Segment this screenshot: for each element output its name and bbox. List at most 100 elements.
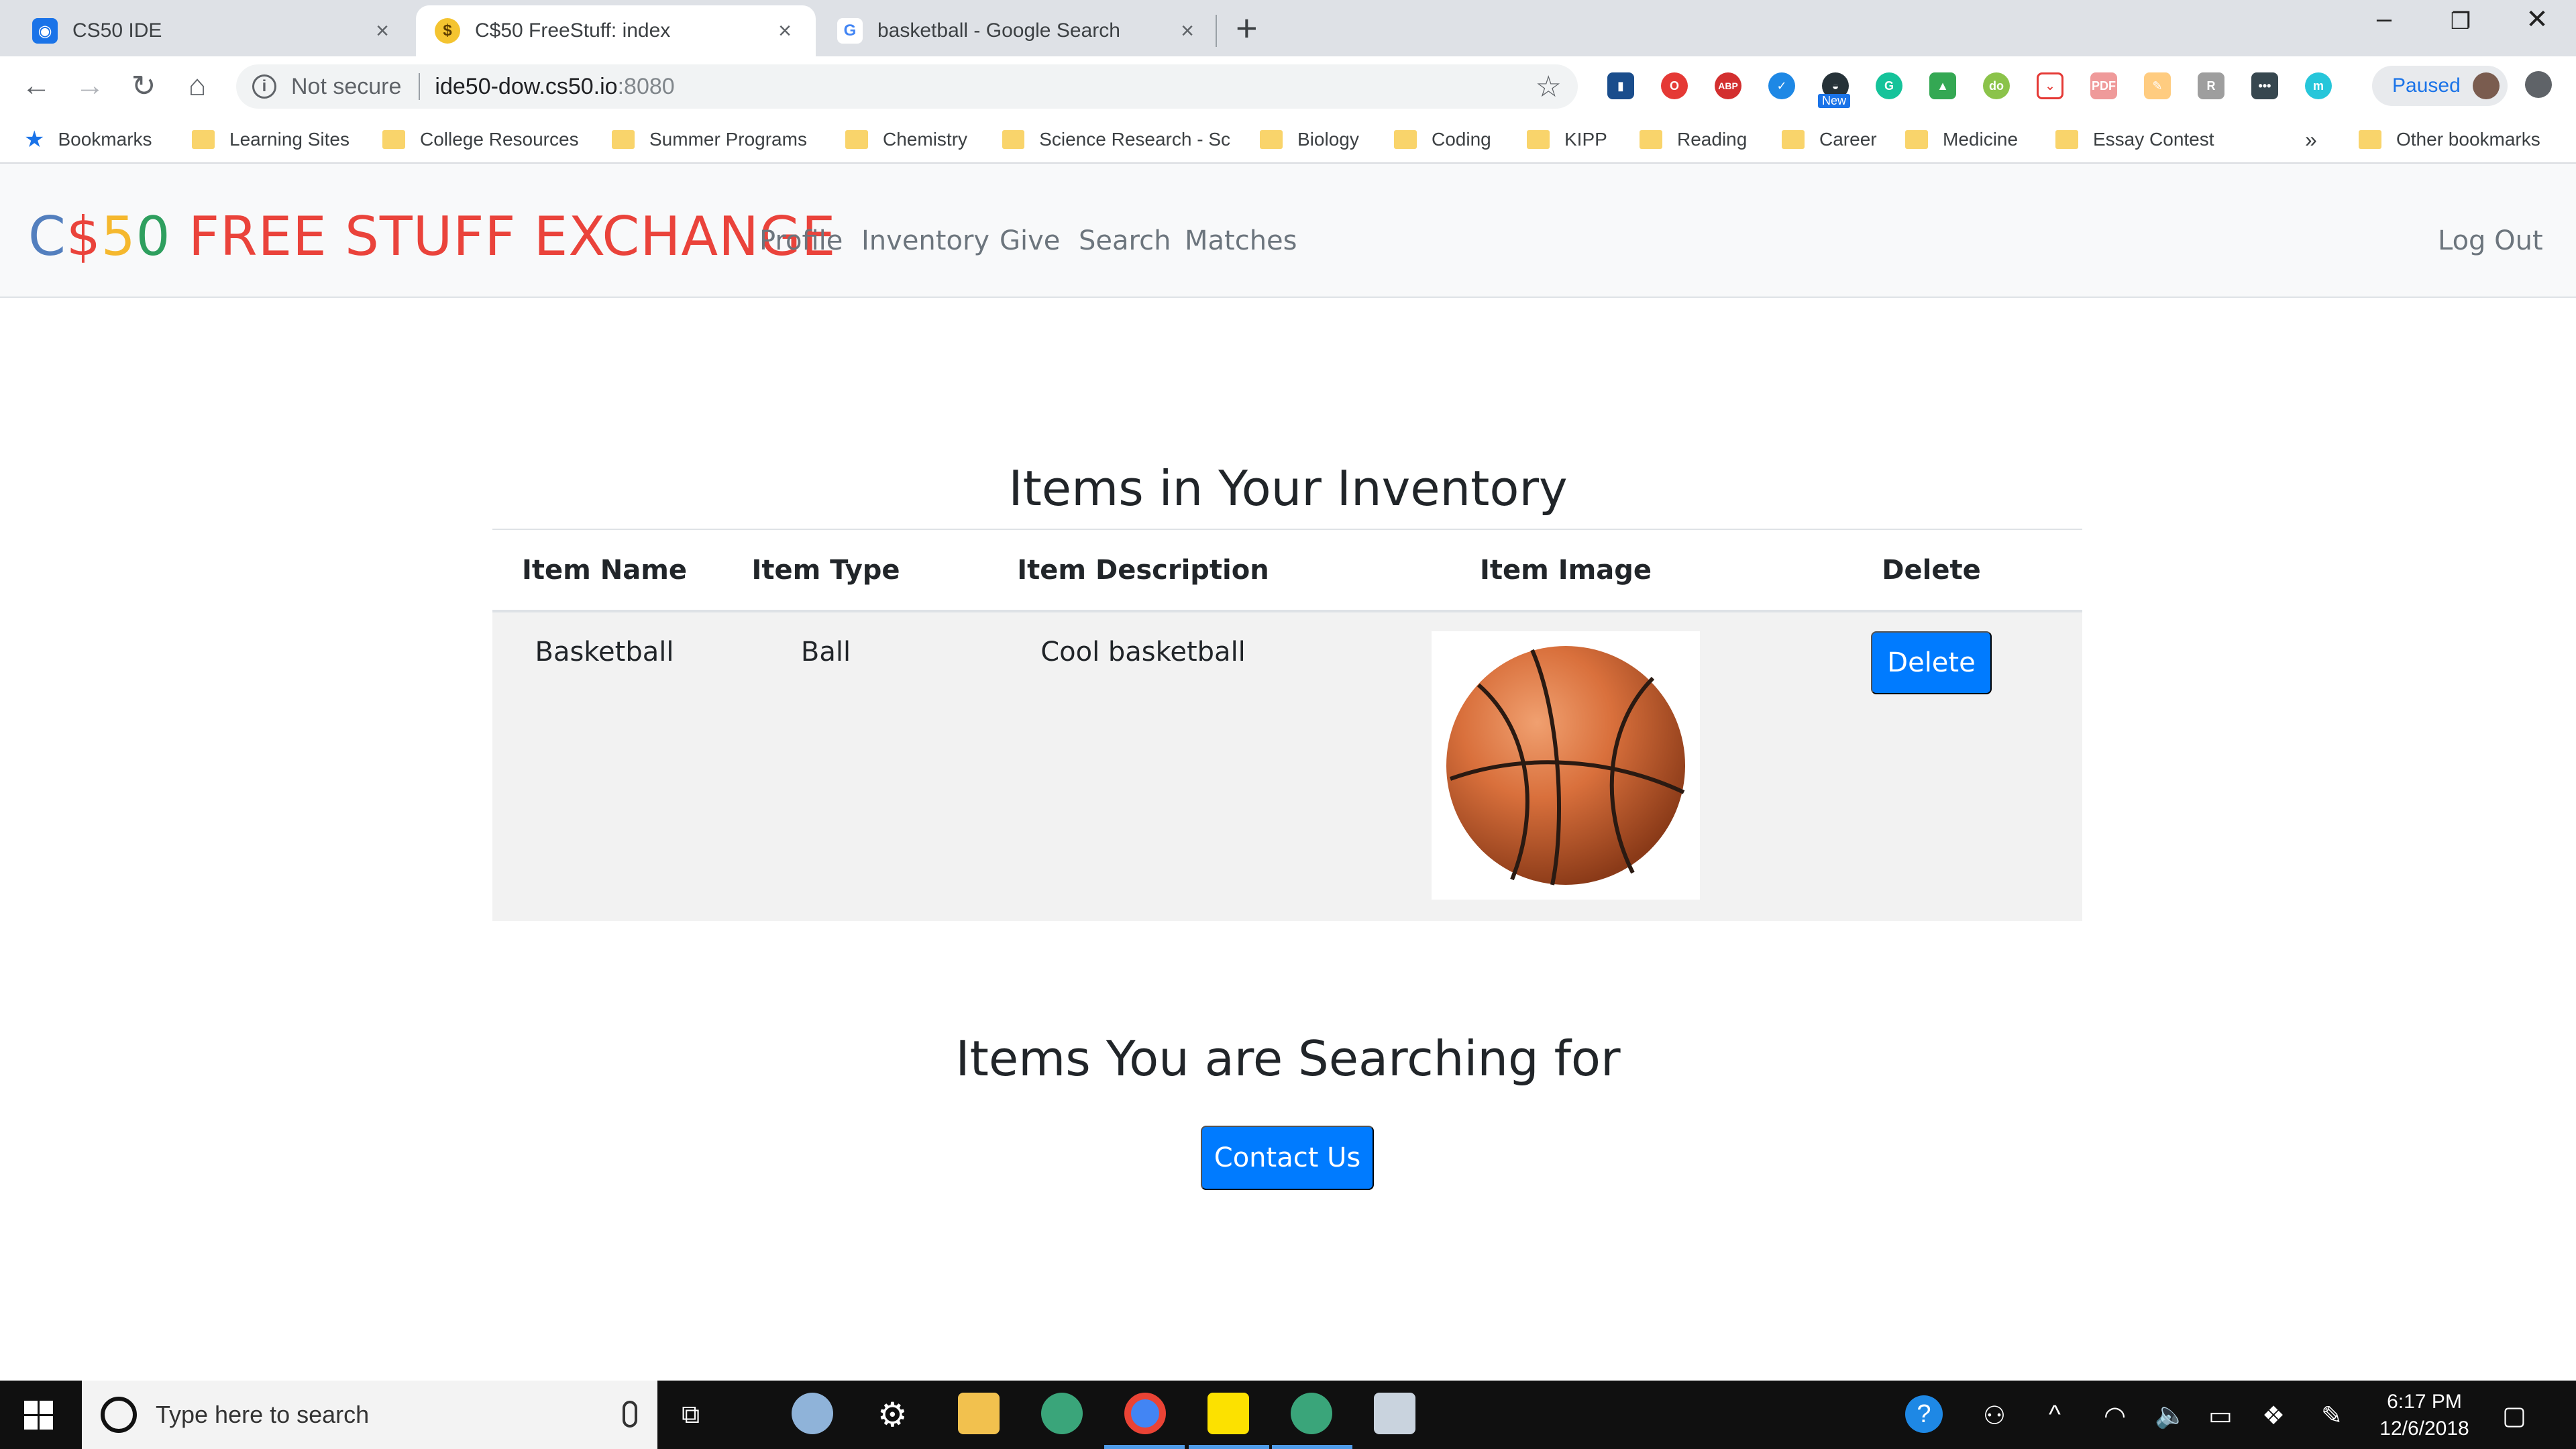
extension-m-icon[interactable]: m (2305, 72, 2332, 99)
extension-bookmark-icon[interactable]: ▮ (1607, 72, 1634, 99)
extension-dots-icon[interactable]: ••• (2251, 72, 2278, 99)
contact-us-button[interactable]: Contact Us (1201, 1126, 1374, 1190)
extension-squirrel-icon[interactable]: ✎ (2144, 72, 2171, 99)
extension-compass-icon[interactable]: ✓ (1768, 72, 1795, 99)
folder-icon (2055, 130, 2078, 149)
battery-icon[interactable]: ▭ (2208, 1401, 2233, 1431)
column-header: Item Name (492, 529, 716, 612)
microphone-icon[interactable] (623, 1401, 637, 1428)
taskbar-sticky-notes-icon[interactable] (1208, 1393, 1249, 1434)
bookmark-kipp[interactable]: KIPP (1527, 126, 1607, 153)
tab-cs50-freestuff[interactable]: $ C$50 FreeStuff: index × (416, 5, 816, 56)
nav-search-link[interactable]: Search (1079, 225, 1171, 256)
profile-paused-label: Paused (2392, 74, 2461, 97)
bookmark-label: Essay Contest (2093, 129, 2214, 150)
site-brand-logo[interactable]: C$50 FREE STUFF EXCHANGE (28, 205, 836, 268)
nav-profile-link[interactable]: Profile (759, 225, 843, 256)
browser-update-menu-icon[interactable] (2525, 71, 2552, 98)
bookmark-label: KIPP (1564, 129, 1607, 150)
address-bar[interactable]: i Not secure ide50-dow.cs50.io:8080 ☆ (236, 64, 1578, 109)
close-icon[interactable]: × (370, 18, 394, 44)
folder-icon (1260, 130, 1283, 149)
bookmark-biology[interactable]: Biology (1260, 126, 1359, 153)
close-icon[interactable]: × (773, 18, 797, 44)
nav-give-link[interactable]: Give (1000, 225, 1060, 256)
basketball-icon (1446, 646, 1685, 885)
cortana-icon[interactable] (101, 1397, 137, 1433)
item-type-cell: Ball (716, 611, 935, 921)
item-description-cell: Cool basketball (935, 611, 1351, 921)
tab-google-search[interactable]: G basketball - Google Search × (818, 5, 1218, 56)
bookmark-medicine[interactable]: Medicine (1905, 126, 2018, 153)
bookmark-career[interactable]: Career (1782, 126, 1877, 153)
brand-c: C (28, 205, 66, 268)
extension-drive-icon[interactable]: ▲ (1929, 72, 1956, 99)
extension-adblock-icon[interactable]: ABP (1715, 72, 1741, 99)
taskbar-search-box[interactable]: Type here to search (82, 1381, 657, 1449)
forward-icon[interactable]: → (70, 66, 110, 106)
bookmark-college-resources[interactable]: College Resources (382, 126, 579, 153)
taskbar-file-explorer-icon[interactable] (958, 1393, 1000, 1434)
nav-inventory-link[interactable]: Inventory (861, 225, 989, 256)
extension-grammarly-icon[interactable]: G (1876, 72, 1902, 99)
notifications-icon[interactable]: ▢ (2502, 1401, 2526, 1431)
close-window-icon[interactable]: ✕ (2517, 4, 2557, 35)
taskbar-app-icon[interactable] (1291, 1393, 1332, 1434)
inventory-heading: Items in Your Inventory (1008, 460, 1568, 517)
taskbar-app-icon[interactable] (1374, 1393, 1415, 1434)
brand-zero: 0 (136, 205, 171, 268)
browser-tab-strip: ◉ CS50 IDE × $ C$50 FreeStuff: index × G… (0, 0, 2576, 56)
logout-link[interactable]: Log Out (2438, 225, 2543, 256)
bookmark-other-bookmarks[interactable]: Other bookmarks (2359, 126, 2540, 153)
extension-do-icon[interactable]: do (1983, 72, 2010, 99)
nav-matches-link[interactable]: Matches (1185, 225, 1297, 256)
bookmark-reading[interactable]: Reading (1640, 126, 1747, 153)
people-icon[interactable]: ⚇ (1983, 1401, 2006, 1431)
bookmark-coding[interactable]: Coding (1394, 126, 1491, 153)
minimize-icon[interactable]: – (2364, 4, 2404, 34)
url-host: ide50-dow.cs50.io (435, 73, 618, 99)
chevron-up-icon[interactable]: ^ (2049, 1401, 2061, 1430)
bookmark-learning-sites[interactable]: Learning Sites (192, 126, 350, 153)
tab-cs50-ide[interactable]: ◉ CS50 IDE × (13, 5, 413, 56)
bookmarks-overflow-chevron-icon[interactable]: » (2305, 126, 2317, 153)
folder-icon (1002, 130, 1025, 149)
wifi-icon[interactable]: ◠ (2104, 1401, 2126, 1431)
tab-title: C$50 FreeStuff: index (475, 19, 671, 42)
volume-icon[interactable]: 🔈 (2155, 1401, 2186, 1430)
taskbar-chrome-icon[interactable] (1124, 1393, 1166, 1434)
bookmark-star-icon[interactable]: ☆ (1536, 70, 1562, 104)
profile-paused-button[interactable]: Paused (2372, 66, 2508, 106)
extension-pocket-icon[interactable]: ⌄ (2037, 72, 2063, 99)
task-view-icon[interactable]: ⧉ (682, 1401, 700, 1430)
extension-pdf-icon[interactable]: PDF (2090, 72, 2117, 99)
restore-icon[interactable]: ❐ (2440, 8, 2481, 35)
delete-button[interactable]: Delete (1871, 631, 1992, 694)
dropbox-icon[interactable]: ❖ (2262, 1401, 2285, 1431)
taskbar-settings-gear-icon[interactable]: ⚙ (877, 1395, 908, 1434)
close-icon[interactable]: × (1175, 18, 1199, 44)
back-icon[interactable]: ← (16, 66, 56, 106)
pen-icon[interactable]: ✎ (2321, 1401, 2343, 1431)
extension-r-icon[interactable]: R (2198, 72, 2224, 99)
brand-text: FREE STUFF EXCHANGE (170, 205, 837, 268)
reload-icon[interactable]: ↻ (123, 66, 164, 106)
bookmark-essay-contest[interactable]: Essay Contest (2055, 126, 2214, 153)
bookmark-science-research[interactable]: Science Research - Sc (1002, 126, 1230, 153)
folder-icon (382, 130, 405, 149)
bookmark-chemistry[interactable]: Chemistry (845, 126, 967, 153)
bookmark-bookmarks[interactable]: ★ Bookmarks (24, 126, 152, 153)
column-header: Delete (1780, 529, 2082, 612)
extension-opera-icon[interactable]: O (1661, 72, 1688, 99)
home-icon[interactable]: ⌂ (177, 66, 217, 106)
bookmark-summer-programs[interactable]: Summer Programs (612, 126, 807, 153)
info-icon[interactable]: i (252, 74, 276, 99)
taskbar-app-icon[interactable] (1041, 1393, 1083, 1434)
url-separator (419, 73, 421, 100)
windows-start-icon[interactable] (24, 1401, 54, 1430)
taskbar-clock[interactable]: 6:17 PM 12/6/2018 (2364, 1389, 2485, 1442)
help-icon[interactable]: ? (1905, 1395, 1943, 1433)
new-tab-button[interactable]: + (1236, 8, 1258, 48)
google-icon: G (837, 18, 863, 44)
taskbar-paint-icon[interactable] (792, 1393, 833, 1434)
